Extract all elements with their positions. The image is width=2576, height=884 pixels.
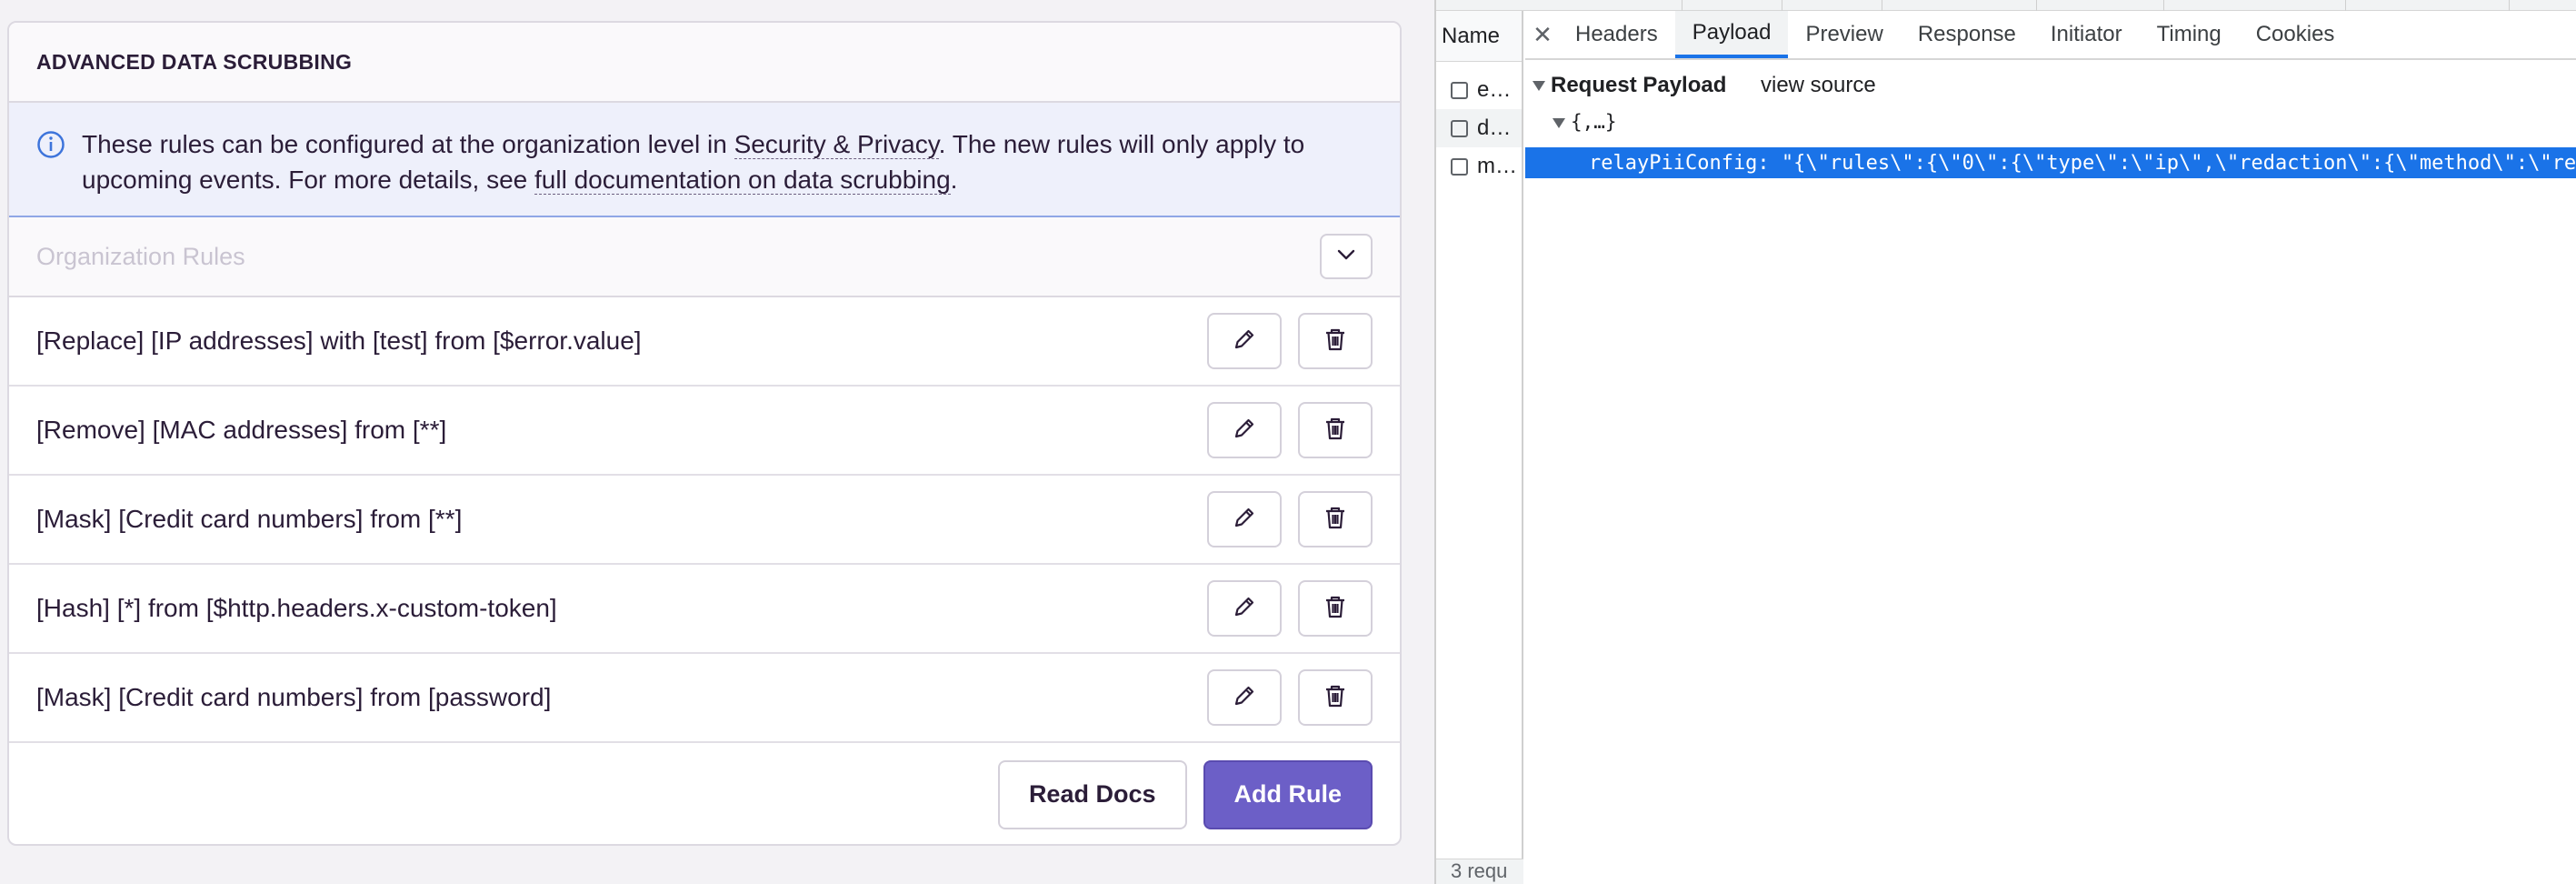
rule-text: [Mask] [Credit card numbers] from [passw… — [36, 683, 552, 711]
chevron-down-icon — [1336, 248, 1356, 266]
checkbox-icon — [1451, 119, 1468, 137]
tab-timing[interactable]: Timing — [2140, 11, 2239, 58]
delete-rule-button[interactable] — [1298, 669, 1373, 726]
alert-text: These rules can be configured at the org… — [82, 130, 1305, 195]
request-item[interactable]: m… — [1436, 147, 1522, 186]
rule-text: [Replace] [IP addresses] with [test] fro… — [36, 326, 642, 355]
tab-payload[interactable]: Payload — [1674, 11, 1789, 58]
edit-rule-button[interactable] — [1207, 402, 1282, 458]
trash-icon — [1322, 682, 1349, 714]
triangle-down-icon — [1553, 117, 1565, 128]
pencil-icon — [1231, 593, 1258, 625]
organization-rules-toggle-button[interactable] — [1320, 234, 1373, 279]
payload-view: Request Payload view source {,…} relayPi… — [1525, 60, 2576, 884]
rule-row: [Replace] [IP addresses] with [test] fro… — [9, 297, 1400, 387]
pencil-icon — [1231, 504, 1258, 536]
rule-text: [Remove] [MAC addresses] from [**] — [36, 416, 447, 444]
rule-text: [Mask] [Credit card numbers] from [**] — [36, 505, 463, 533]
rule-row: [Hash] [*] from [$http.headers.x-custom-… — [9, 565, 1400, 654]
tab-preview[interactable]: Preview — [1788, 11, 1900, 58]
view-source-link[interactable]: view source — [1761, 73, 1876, 98]
tab-initiator[interactable]: Initiator — [2033, 11, 2140, 58]
checkbox-icon — [1451, 81, 1468, 99]
edit-rule-button[interactable] — [1207, 491, 1282, 547]
rule-row: [Mask] [Credit card numbers] from [passw… — [9, 654, 1400, 743]
panel-footer: Read Docs Add Rule — [9, 743, 1400, 844]
organization-rules-header: Organization Rules — [9, 217, 1400, 297]
panel-title: ADVANCED DATA SCRUBBING — [9, 23, 1400, 103]
info-icon — [36, 130, 65, 159]
delete-rule-button[interactable] — [1298, 313, 1373, 369]
rule-row: [Mask] [Credit card numbers] from [**] — [9, 476, 1400, 565]
close-icon[interactable]: ✕ — [1527, 11, 1558, 58]
organization-rules-title: Organization Rules — [36, 242, 245, 270]
delete-rule-button[interactable] — [1298, 402, 1373, 458]
edit-rule-button[interactable] — [1207, 669, 1282, 726]
edit-rule-button[interactable] — [1207, 580, 1282, 637]
advanced-data-scrubbing-panel: ADVANCED DATA SCRUBBING These rules can … — [7, 21, 1402, 846]
trash-icon — [1322, 415, 1349, 447]
request-item[interactable]: d… — [1436, 109, 1522, 147]
devtools-network-panel: Name e… d… m… 3 requ ✕ Headers Payload P… — [1434, 0, 2576, 884]
settings-page: ADVANCED DATA SCRUBBING These rules can … — [0, 0, 1434, 884]
trash-icon — [1322, 504, 1349, 536]
payload-object-node[interactable]: {,…} — [1553, 111, 1617, 133]
request-list: Name e… d… m… 3 requ — [1436, 11, 1523, 884]
triangle-down-icon — [1533, 81, 1545, 92]
security-privacy-link[interactable]: Security & Privacy — [734, 130, 939, 159]
add-rule-button[interactable]: Add Rule — [1203, 759, 1373, 829]
name-column-header[interactable]: Name — [1436, 11, 1522, 62]
data-scrubbing-docs-link[interactable]: full documentation on data scrubbing — [534, 166, 951, 195]
tab-cookies[interactable]: Cookies — [2239, 11, 2352, 58]
rule-row: [Remove] [MAC addresses] from [**] — [9, 387, 1400, 476]
request-payload-section[interactable]: Request Payload — [1533, 73, 1726, 98]
rule-text: [Hash] [*] from [$http.headers.x-custom-… — [36, 594, 557, 622]
detail-tabs: ✕ Headers Payload Preview Response Initi… — [1525, 11, 2576, 60]
read-docs-button[interactable]: Read Docs — [997, 759, 1187, 829]
checkbox-icon — [1451, 157, 1468, 176]
tab-headers[interactable]: Headers — [1558, 11, 1675, 58]
pencil-icon — [1231, 682, 1258, 714]
trash-icon — [1322, 593, 1349, 625]
pencil-icon — [1231, 415, 1258, 447]
request-item[interactable]: e… — [1436, 71, 1522, 109]
waterfall-strip — [1436, 0, 2576, 11]
delete-rule-button[interactable] — [1298, 491, 1373, 547]
info-alert: These rules can be configured at the org… — [9, 103, 1400, 217]
request-count-status: 3 requ — [1436, 859, 1523, 884]
tab-response[interactable]: Response — [1901, 11, 2033, 58]
edit-rule-button[interactable] — [1207, 313, 1282, 369]
selected-payload-line[interactable]: relayPiiConfig: "{\"rules\":{\"0\":{\"ty… — [1525, 147, 2576, 178]
pencil-icon — [1231, 326, 1258, 357]
trash-icon — [1322, 326, 1349, 357]
request-payload-title: Request Payload — [1551, 73, 1727, 97]
delete-rule-button[interactable] — [1298, 580, 1373, 637]
